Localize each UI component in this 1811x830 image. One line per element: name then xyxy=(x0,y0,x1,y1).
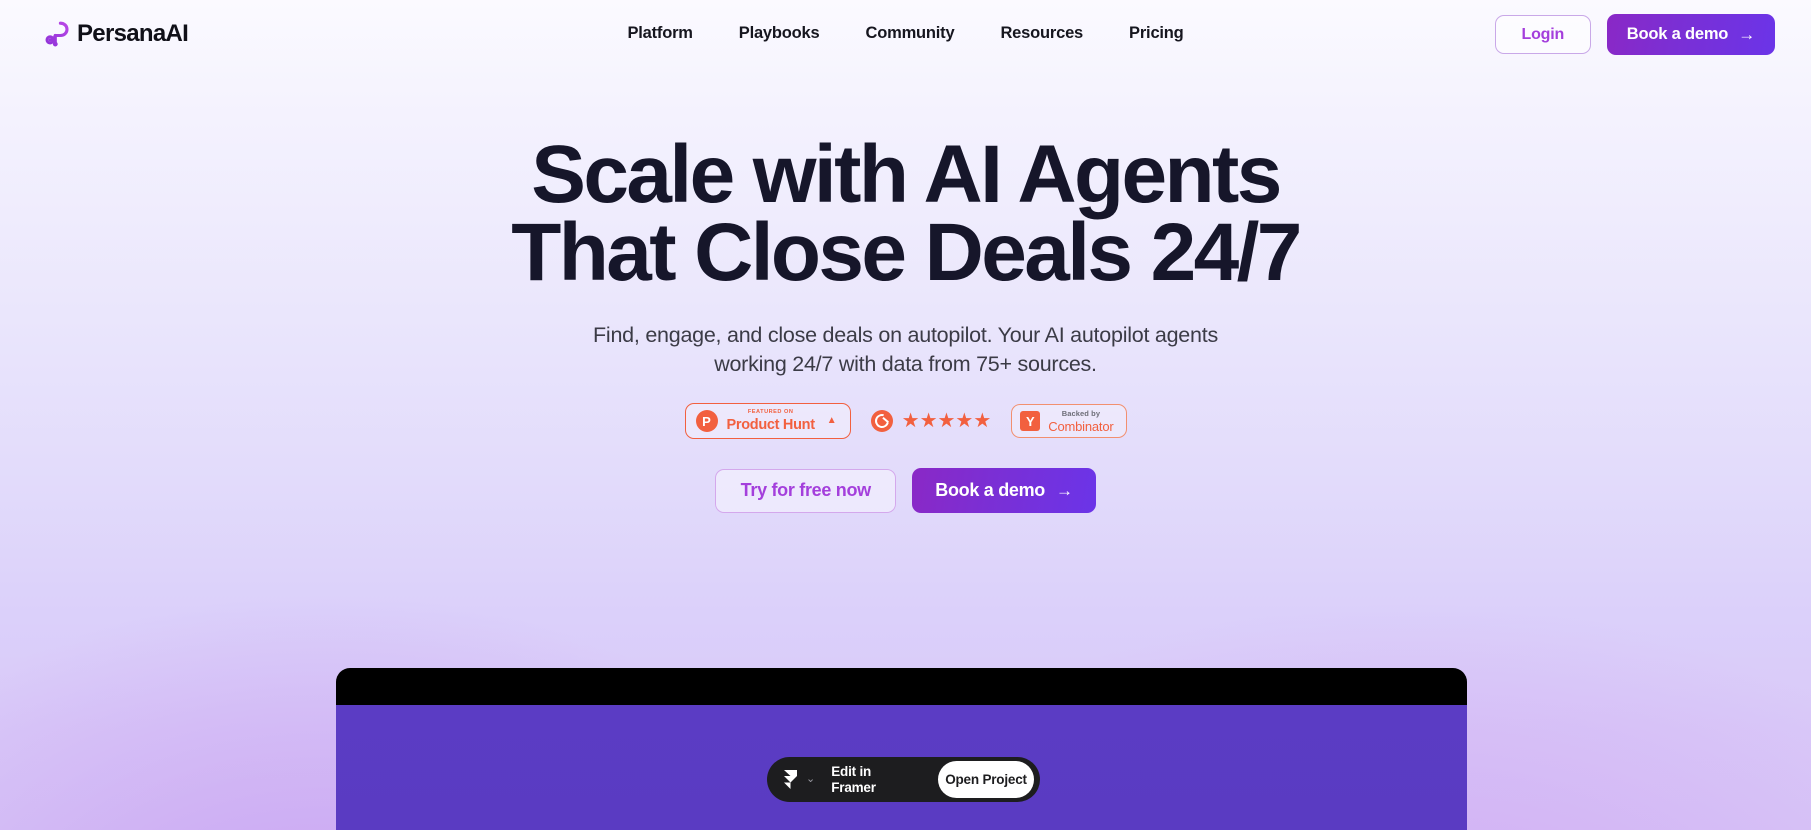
nav-item-playbooks[interactable]: Playbooks xyxy=(739,20,820,46)
book-a-demo-button-hero[interactable]: Book a demo → xyxy=(912,468,1096,514)
nav-item-community[interactable]: Community xyxy=(866,20,955,46)
hero-subtitle-line-2: working 24/7 with data from 75+ sources. xyxy=(714,352,1097,377)
nav-item-platform[interactable]: Platform xyxy=(627,20,693,46)
y-combinator-eyebrow: Backed by xyxy=(1061,409,1101,418)
y-combinator-icon: Y xyxy=(1020,411,1041,432)
nav-item-resources[interactable]: Resources xyxy=(1000,20,1083,46)
product-hunt-eyebrow: FEATURED ON xyxy=(747,409,794,416)
chevron-down-icon[interactable]: ⌄ xyxy=(806,774,815,785)
g2-logo-icon xyxy=(870,410,893,433)
login-button[interactable]: Login xyxy=(1494,15,1591,54)
site-header: PersanaAI Platform Playbooks Community R… xyxy=(0,0,1811,68)
book-a-demo-button-header[interactable]: Book a demo → xyxy=(1606,14,1775,55)
social-proof-badges: P FEATURED ON Product Hunt ▲ ★★★★★ Y Bac… xyxy=(0,403,1811,440)
y-combinator-badge[interactable]: Y Backed by Combinator xyxy=(1011,404,1127,439)
product-hunt-texts: FEATURED ON Product Hunt xyxy=(726,409,816,433)
nav-item-pricing[interactable]: Pricing xyxy=(1129,20,1184,46)
g2-star-rating: ★★★★★ xyxy=(901,410,992,433)
hero-title-line-2: That Close Deals 24/7 xyxy=(511,206,1302,298)
arrow-right-icon: → xyxy=(1738,25,1755,44)
product-hunt-icon: P xyxy=(695,410,718,433)
book-a-demo-label-hero: Book a demo xyxy=(935,480,1045,501)
y-combinator-texts: Backed by Combinator xyxy=(1048,410,1113,433)
hero-section: Scale with AI Agents That Close Deals 24… xyxy=(0,68,1811,514)
product-demo-device-frame xyxy=(336,668,1467,830)
product-hunt-badge[interactable]: P FEATURED ON Product Hunt ▲ xyxy=(684,403,851,440)
header-actions: Login Book a demo → xyxy=(1494,14,1775,55)
y-combinator-label: Combinator xyxy=(1048,418,1114,434)
open-project-button[interactable]: Open Project xyxy=(938,761,1034,798)
arrow-right-icon-hero: → xyxy=(1056,481,1073,501)
book-a-demo-label-header: Book a demo xyxy=(1626,25,1729,43)
edit-in-framer-label: Edit in Framer xyxy=(831,763,876,795)
hero-subtitle-line-1: Find, engage, and close deals on autopil… xyxy=(593,322,1218,347)
framer-logo-icon xyxy=(783,770,798,789)
try-for-free-button[interactable]: Try for free now xyxy=(715,468,897,513)
hero-title-line-1: Scale with AI Agents xyxy=(531,129,1282,220)
g2-rating-badge[interactable]: ★★★★★ xyxy=(870,410,992,433)
framer-edit-badge[interactable]: ⌄ Edit in Framer Open Project xyxy=(767,757,1040,802)
hero-cta-group: Try for free now Book a demo → xyxy=(0,468,1811,514)
caret-up-icon: ▲ xyxy=(826,415,837,427)
page-title: Scale with AI Agents That Close Deals 24… xyxy=(0,129,1811,298)
hero-subtitle: Find, engage, and close deals on autopil… xyxy=(0,321,1811,379)
product-hunt-label: Product Hunt xyxy=(726,416,816,433)
